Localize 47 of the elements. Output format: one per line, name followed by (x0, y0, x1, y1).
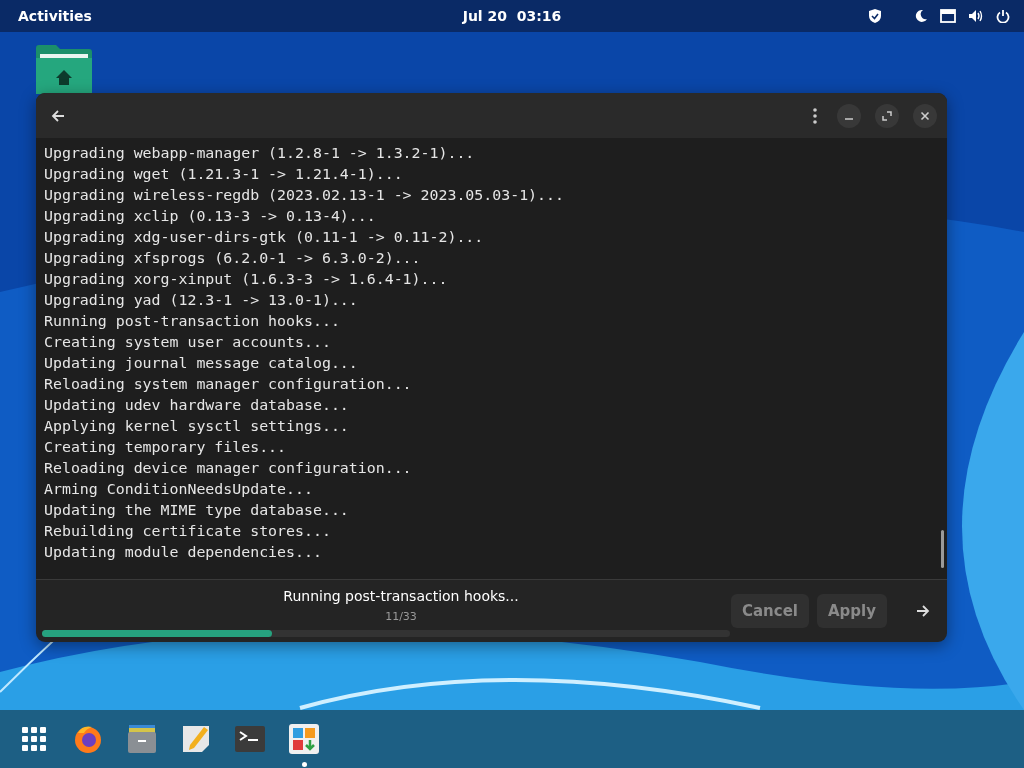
scrollbar[interactable] (941, 530, 944, 568)
log-line: Updating udev hardware database... (44, 395, 349, 416)
terminal-icon (234, 723, 266, 755)
dock-item[interactable] (234, 723, 266, 755)
log-line: Updating module dependencies... (44, 542, 322, 563)
log-line: Upgrading yad (12.3-1 -> 13.0-1)... (44, 290, 358, 311)
kebab-menu-icon (813, 107, 817, 124)
home-folder-icon[interactable] (36, 44, 92, 94)
clock[interactable]: Jul 20 03:16 (462, 8, 562, 24)
log-line: Upgrading webapp-manager (1.2.8-1 -> 1.3.2-1)... (44, 143, 475, 164)
log-line: Reloading system manager configuration... (44, 374, 412, 395)
minimize-button[interactable] (837, 103, 861, 128)
software-store-icon (288, 723, 320, 755)
minimize-icon (845, 117, 853, 120)
power-icon[interactable] (996, 9, 1010, 23)
maximize-button[interactable] (875, 103, 899, 128)
log-line: Upgrading xclip (0.13-3 -> 0.13-4)... (44, 206, 376, 227)
log-line: Upgrading wireless-regdb (2023.02.13-1 -> 2023.05.03-1)... (44, 185, 564, 206)
log-line: Arming ConditionNeedsUpdate... (44, 479, 313, 500)
log-line: Creating system user accounts... (44, 332, 331, 353)
moon-icon[interactable] (914, 9, 928, 23)
log-line: Rebuilding certificate stores... (44, 521, 331, 542)
log-line: Applying kernel sysctl settings... (44, 416, 349, 437)
back-button[interactable] (50, 107, 66, 124)
close-icon (920, 110, 930, 121)
step-counter: 11/33 (385, 610, 417, 623)
status-text: Running post-transaction hooks... (283, 588, 519, 604)
log-line: Upgrading xfsprogs (6.2.0-1 -> 6.3.0-2)... (44, 248, 421, 269)
network-icon[interactable] (940, 9, 956, 23)
log-line: Upgrading xdg-user-dirs-gtk (0.11-1 -> 0.11-2)... (44, 227, 484, 248)
log-line: Updating the MIME type database... (44, 500, 349, 521)
forward-arrow-icon (915, 603, 931, 619)
maximize-icon (882, 110, 892, 121)
volume-icon[interactable] (968, 9, 984, 23)
file-cabinet-icon (126, 723, 158, 755)
activities-button[interactable]: Activities (18, 8, 92, 24)
log-line: Creating temporary files... (44, 437, 287, 458)
dock-item[interactable] (180, 723, 212, 755)
shield-icon[interactable] (868, 8, 882, 24)
log-line: Running post-transaction hooks... (44, 311, 340, 332)
text-editor-icon (180, 723, 212, 755)
log-line: Upgrading xorg-xinput (1.6.3-3 -> 1.6.4-1)... (44, 269, 448, 290)
log-line: Updating journal message catalog... (44, 353, 358, 374)
log-line: Upgrading wget (1.21.3-1 -> 1.21.4-1)... (44, 164, 403, 185)
close-button[interactable] (913, 103, 937, 128)
back-arrow-icon (50, 107, 66, 124)
log-line: Reloading device manager configuration... (44, 458, 412, 479)
